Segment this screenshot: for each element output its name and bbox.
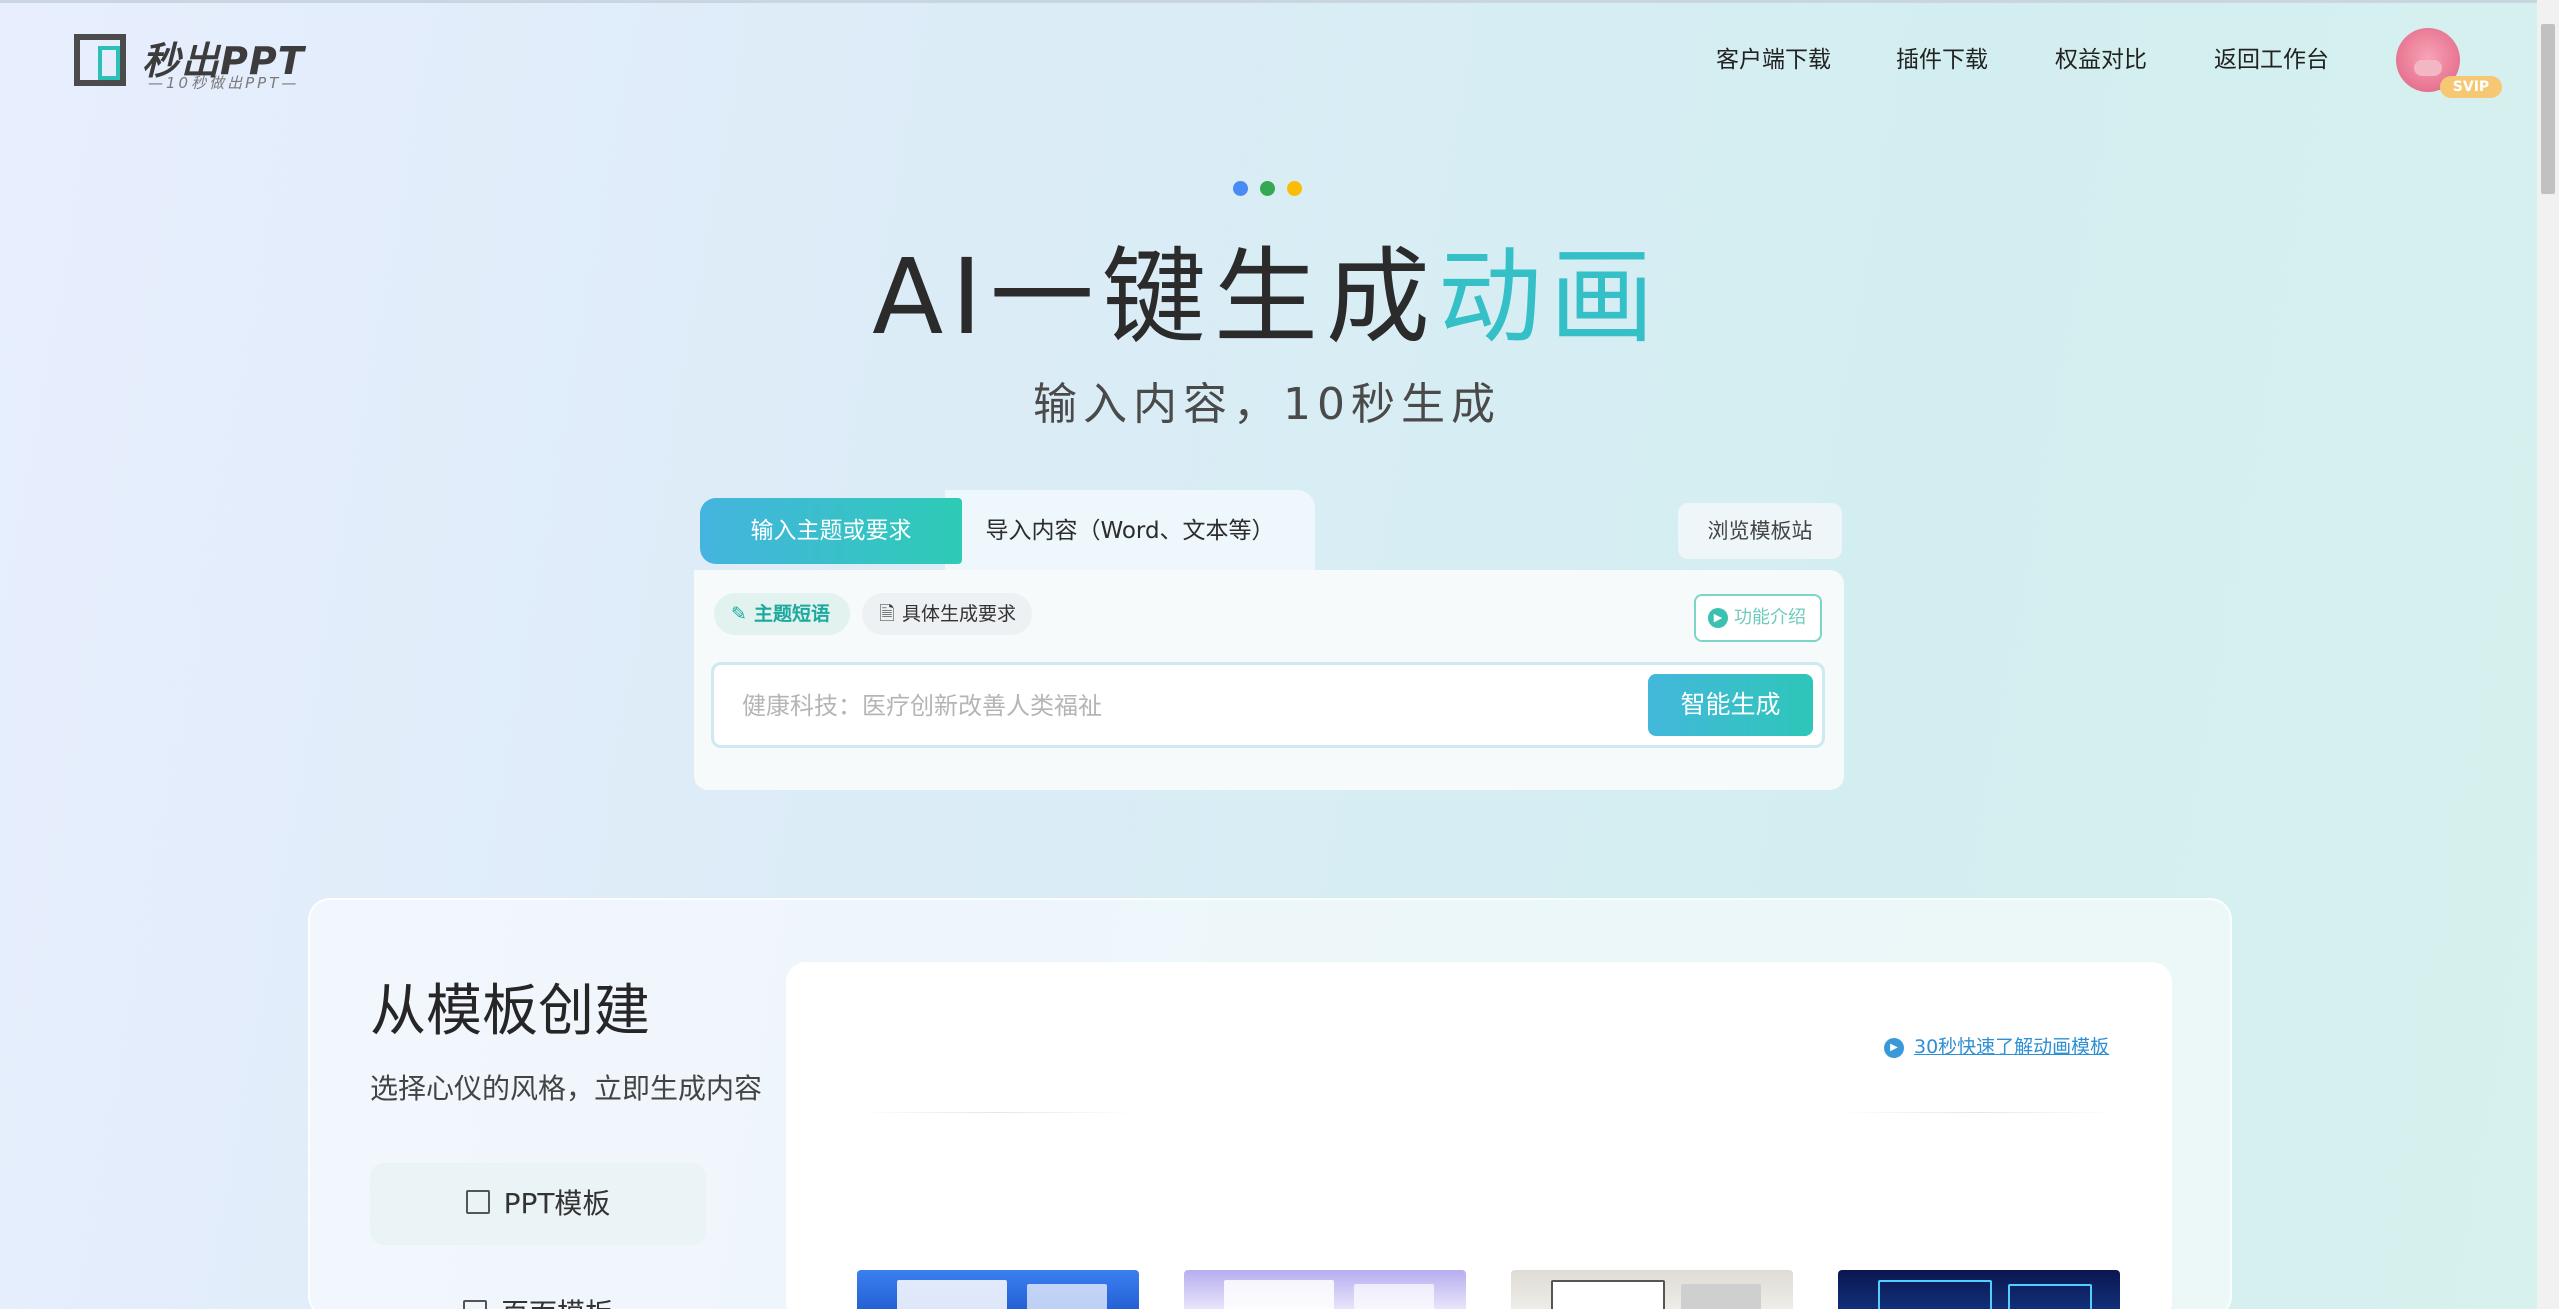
nav-plugin-download[interactable]: 插件下载 [1896,40,1988,74]
template-thumbnail[interactable] [1838,1270,2120,1309]
chip-requirements-label: 具体生成要求 [902,603,1017,625]
sidebar-item-ppt-templates[interactable]: PPT模板 [370,1163,706,1245]
hero-title-main: AI一键生成 [872,236,1438,358]
chip-specific-requirements[interactable]: 🗎 具体生成要求 [862,593,1032,635]
intro-video-label: 30秒快速了解动画模板 [1914,1036,2110,1058]
thumbnail-block [1878,1280,1992,1309]
sidebar-item-label: 页面模板 [501,1297,613,1309]
hero-subtitle: 输入内容，10秒生成 [1033,379,1501,430]
template-gallery [786,962,2172,1309]
thumbnail-block [1681,1284,1761,1309]
gallery-divider [856,1112,1136,1113]
logo[interactable]: 秒出PPT —10秒做出PPT— [74,30,324,92]
nav-client-download[interactable]: 客户端下载 [1716,40,1831,74]
page-scrollbar[interactable] [2537,0,2559,1309]
logo-tagline: —10秒做出PPT— [148,74,300,92]
play-icon: ▶ [1884,1037,1904,1058]
play-icon: ▶ [1708,608,1728,628]
note-icon: 🗎 [879,603,895,625]
template-thumbnail[interactable] [857,1270,1139,1309]
scrollbar-thumb[interactable] [2541,24,2555,194]
template-thumbnail[interactable] [1511,1270,1793,1309]
sidebar-item-page-templates[interactable]: 页面模板 [370,1273,706,1309]
layout-icon [465,1190,490,1214]
window-top-border [0,0,2559,3]
thumbnail-block [1354,1284,1434,1309]
dot-blue [1233,181,1248,196]
hero-title-accent: 动画 [1437,236,1662,358]
function-intro-label: 功能介绍 [1734,607,1806,628]
chip-theme-label: 主题短语 [754,603,831,625]
gallery-divider [1838,1112,2118,1113]
sidebar-item-label: PPT模板 [503,1187,611,1220]
nav-benefits-compare[interactable]: 权益对比 [2055,40,2147,74]
logo-mark-icon [74,34,126,86]
thumbnail-block [1224,1280,1334,1309]
browse-templates-button[interactable]: 浏览模板站 [1678,503,1842,559]
pencil-icon: ✎ [731,603,747,625]
template-thumbnail[interactable] [1184,1270,1466,1309]
hero-title: AI一键生成动画 [0,212,2534,363]
template-section-title: 从模板创建 [370,979,650,1044]
svip-badge: SVIP [2440,76,2502,98]
dot-green [1260,181,1275,196]
topic-input[interactable] [740,683,1604,729]
template-section-subtitle: 选择心仪的风格，立即生成内容 [370,1072,763,1105]
chip-theme-phrase[interactable]: ✎ 主题短语 [714,593,850,635]
thumbnail-block [1027,1284,1107,1309]
tab-import-content[interactable]: 导入内容（Word、文本等） [945,490,1315,572]
function-intro-button[interactable]: ▶ 功能介绍 [1694,594,1822,642]
page-icon [462,1300,487,1309]
intro-video-link[interactable]: ▶ 30秒快速了解动画模板 [1884,1032,2109,1059]
tab-input-topic[interactable]: 输入主题或要求 [700,498,962,564]
nav-back-to-workspace[interactable]: 返回工作台 [2214,40,2329,74]
thumbnail-block [897,1280,1007,1309]
smart-generate-button[interactable]: 智能生成 [1648,674,1813,736]
thumbnail-block [2008,1284,2092,1309]
dot-yellow [1287,181,1302,196]
thumbnail-block [1551,1280,1665,1309]
